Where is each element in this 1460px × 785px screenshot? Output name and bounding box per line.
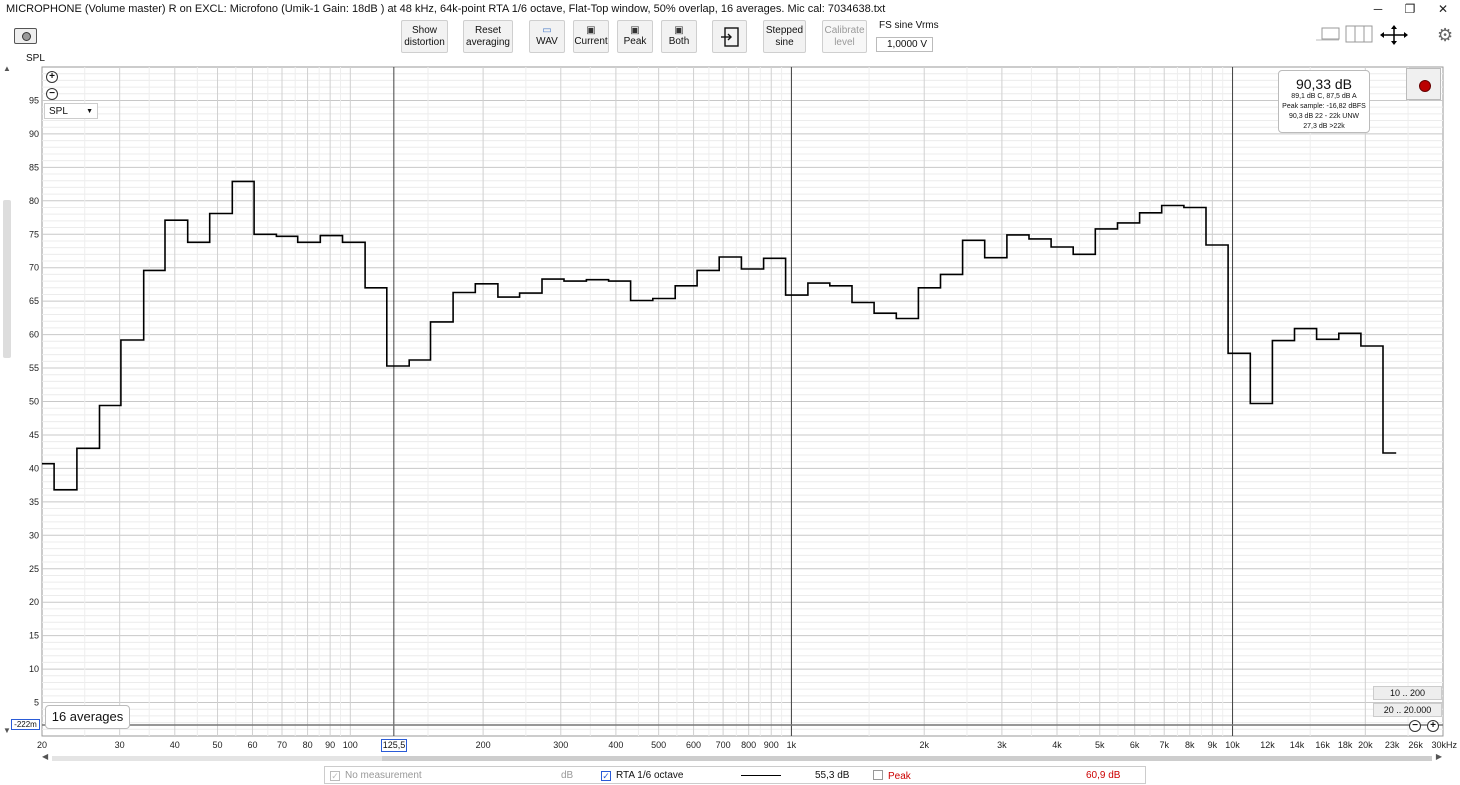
legend-rta-value: 55,3 dB	[815, 770, 850, 781]
x-tick-label: 7k	[1159, 740, 1169, 750]
x-tick-label: 600	[686, 740, 701, 750]
x-tick-label: 8k	[1185, 740, 1195, 750]
zoom-out-x-icon[interactable]: −	[1409, 720, 1421, 732]
x-tick-label: 5k	[1095, 740, 1105, 750]
x-tick-label: 60	[247, 740, 257, 750]
x-tick-label: 400	[608, 740, 623, 750]
averages-badge: 16 averages	[45, 705, 130, 729]
level-line: Peak sample: -16,82 dBFS	[1282, 103, 1366, 110]
y-tick-label: 60	[29, 330, 39, 340]
x-tick-labels: 20 30 40 50 60 70 80 90 100 200 300 400 500 600 700 800…	[37, 740, 1458, 750]
x-tick-label: 700	[716, 740, 731, 750]
rta-line-swatch	[741, 775, 781, 776]
y-tick-label: 35	[29, 497, 39, 507]
scrollbar-thumb[interactable]	[382, 756, 1432, 761]
x-tick-label: 12k	[1260, 740, 1275, 750]
x-tick-label: 40	[170, 740, 180, 750]
x-tick-label: 20k	[1358, 740, 1373, 750]
y-tick-label: 25	[29, 564, 39, 574]
legend: ✓ No measurement dB ✓ RTA 1/6 octave 55,3 …	[324, 766, 1146, 784]
x-tick-label: 3k	[997, 740, 1007, 750]
x-tick-label: 6k	[1130, 740, 1140, 750]
x-tick-label: 30kHz	[1431, 740, 1457, 750]
level-line: 90,3 dB 22 - 22k UNW	[1288, 113, 1360, 120]
legend-no-measurement[interactable]: ✓ No measurement	[330, 770, 422, 781]
legend-peak[interactable]: Peak	[873, 770, 911, 782]
x-tick-label: 300	[553, 740, 568, 750]
cursor-frequency-readout: 125,5	[381, 739, 407, 752]
y-tick-label: 30	[29, 530, 39, 540]
x-tick-label: 20	[37, 740, 47, 750]
range-20-20000-button[interactable]: 20 .. 20.000	[1373, 703, 1442, 717]
y-tick-label: 50	[29, 397, 39, 407]
x-tick-label: 4k	[1052, 740, 1062, 750]
scroll-right-arrow-icon[interactable]: ▶	[1436, 752, 1442, 761]
x-tick-label: 9k	[1208, 740, 1218, 750]
x-tick-label: 50	[213, 740, 223, 750]
checkbox-checked-icon[interactable]: ✓	[330, 771, 340, 781]
x-tick-label: 23k	[1385, 740, 1400, 750]
x-tick-label: 16k	[1315, 740, 1330, 750]
y-tick-label: 10	[29, 664, 39, 674]
x-tick-label: 80	[303, 740, 313, 750]
zoom-in-icon[interactable]: +	[46, 71, 58, 83]
y-tick-label: 40	[29, 463, 39, 473]
y-tick-label: 45	[29, 430, 39, 440]
chevron-down-icon: ▼	[86, 108, 93, 115]
level-main: 90,33 dB	[1295, 76, 1353, 92]
range-10-200-button[interactable]: 10 .. 200	[1373, 686, 1442, 700]
y-min-readout[interactable]: -222m	[11, 719, 40, 730]
x-tick-label: 90	[325, 740, 335, 750]
checkbox-checked-icon[interactable]: ✓	[601, 771, 611, 781]
level-meter: 90,33 dB 89,1 dB C, 87,5 dB A Peak sampl…	[1278, 70, 1370, 133]
x-tick-label: 18k	[1338, 740, 1353, 750]
x-tick-label: 30	[115, 740, 125, 750]
scroll-left-arrow-icon[interactable]: ◀	[42, 752, 48, 761]
legend-no-measurement-unit: dB	[561, 770, 574, 781]
y-tick-label: 85	[29, 162, 39, 172]
y-tick-label: 70	[29, 263, 39, 273]
y-tick-labels: 5 10 15 20 25 30 35 40 45 50 55 60 65 70 75 80 85 90 95	[29, 95, 39, 707]
x-tick-label: 900	[764, 740, 779, 750]
rta-graph[interactable]: 5 10 15 20 25 30 35 40 45 50 55 60 65 70 75 80 85 90 95 20…	[0, 0, 1460, 785]
x-tick-label: 1k	[787, 740, 797, 750]
zoom-in-x-icon[interactable]: +	[1427, 720, 1439, 732]
x-tick-label: 800	[741, 740, 756, 750]
legend-rta[interactable]: ✓ RTA 1/6 octave	[601, 770, 683, 781]
grid	[41, 66, 1444, 737]
x-tick-label: 10k	[1225, 740, 1240, 750]
x-tick-label: 100	[343, 740, 358, 750]
y-tick-label: 80	[29, 196, 39, 206]
y-tick-label: 65	[29, 296, 39, 306]
level-line: 27,3 dB >22k	[1303, 123, 1345, 130]
zoom-out-icon[interactable]: −	[46, 88, 58, 100]
y-tick-label: 5	[34, 698, 39, 708]
x-tick-label: 200	[476, 740, 491, 750]
x-tick-label: 2k	[919, 740, 929, 750]
x-tick-label: 500	[651, 740, 666, 750]
x-tick-label: 26k	[1408, 740, 1423, 750]
spl-select[interactable]: SPL ▼	[44, 103, 98, 119]
x-tick-label: 14k	[1290, 740, 1305, 750]
horizontal-scrollbar[interactable]: ◀ ▶	[42, 752, 1442, 762]
checkbox-unchecked-icon[interactable]	[873, 770, 883, 780]
record-button[interactable]	[1406, 68, 1441, 100]
y-tick-label: 90	[29, 129, 39, 139]
x-tick-label: 70	[277, 740, 287, 750]
y-tick-label: 20	[29, 597, 39, 607]
y-tick-label: 95	[29, 95, 39, 105]
y-tick-label: 55	[29, 363, 39, 373]
y-tick-label: 15	[29, 631, 39, 641]
level-line: 89,1 dB C, 87,5 dB A	[1291, 93, 1357, 100]
legend-peak-value: 60,9 dB	[1086, 770, 1121, 781]
y-tick-label: 75	[29, 229, 39, 239]
